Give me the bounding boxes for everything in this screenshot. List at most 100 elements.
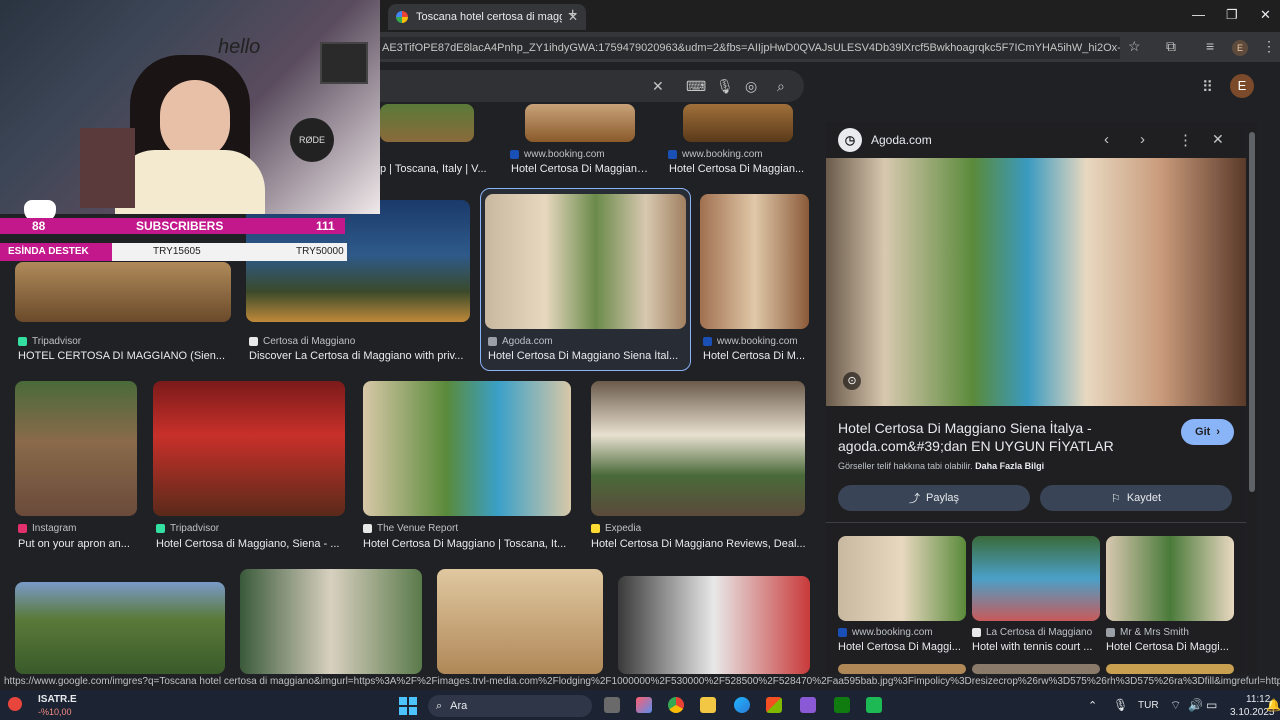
related-image[interactable]: [972, 536, 1100, 621]
chrome-icon[interactable]: [668, 697, 684, 713]
result-title[interactable]: Hotel Certosa Di Maggiano Siena İtal...: [488, 350, 683, 362]
window-close-icon[interactable]: ✕: [1260, 7, 1271, 23]
agoda-icon: [488, 337, 497, 346]
subs-label: SUBSCRIBERS: [136, 219, 224, 233]
google-icon: [396, 11, 408, 23]
result-title[interactable]: Hotel Certosa di Maggiano, Siena - ...: [156, 538, 346, 550]
panel-title-line: agoda.com&#39;dan EN UYGUN FİYATLAR: [838, 438, 1114, 454]
result-image[interactable]: [240, 569, 422, 674]
microphone-icon[interactable]: 🎙: [716, 78, 734, 95]
task-view-icon[interactable]: [604, 697, 620, 713]
app-icon[interactable]: [866, 697, 882, 713]
copilot-icon[interactable]: [636, 697, 652, 713]
address-bar[interactable]: AE3TifOPE87dE8lacA4Pnhp_ZY1ihdyGWA:17594…: [380, 37, 1120, 59]
windows-start-icon[interactable]: [399, 697, 417, 715]
result-image[interactable]: [591, 381, 805, 516]
booking-icon: [510, 150, 519, 159]
xbox-icon[interactable]: [834, 697, 850, 713]
edge-icon[interactable]: [734, 697, 750, 713]
minimize-icon[interactable]: —: [1192, 7, 1205, 22]
search-icon[interactable]: ⌕: [777, 78, 785, 95]
related-title[interactable]: Hotel with tennis court ...: [972, 641, 1097, 653]
result-image[interactable]: [618, 576, 810, 674]
related-image[interactable]: [1106, 664, 1234, 674]
tray-chevron-icon[interactable]: ⌃: [1088, 699, 1097, 712]
clear-search-icon[interactable]: ✕: [652, 78, 664, 95]
result-source: Instagram: [18, 523, 138, 534]
result-source: Tripadvisor: [18, 336, 218, 347]
status-url: https://www.google.com/imgres?q=Toscana …: [0, 674, 1280, 690]
save-label: Kaydet: [1126, 492, 1162, 504]
result-image[interactable]: [683, 104, 793, 142]
apps-grid-icon[interactable]: ⠿: [1202, 78, 1213, 96]
result-title[interactable]: Hotel Certosa Di M...: [703, 350, 808, 362]
keyboard-icon[interactable]: ⌨: [686, 78, 706, 95]
result-title[interactable]: Hotel Certosa Di Maggiano Reviews, Deal.…: [591, 538, 806, 550]
app-icon[interactable]: [800, 697, 816, 713]
more-options-icon[interactable]: ⋮: [1178, 131, 1193, 149]
stock-name[interactable]: ISATR.E: [38, 694, 77, 705]
related-image[interactable]: [1106, 536, 1234, 621]
panel-scrollbar[interactable]: [1247, 122, 1257, 674]
more-info-link[interactable]: Daha Fazla Bilgi: [975, 461, 1044, 471]
result-image[interactable]: [437, 569, 603, 674]
result-image[interactable]: [15, 381, 137, 516]
account-avatar[interactable]: E: [1230, 74, 1254, 98]
related-image[interactable]: [838, 664, 966, 674]
volume-icon[interactable]: 🔊: [1188, 698, 1203, 712]
divider: [826, 522, 1246, 523]
restore-icon[interactable]: ❐: [1226, 7, 1238, 23]
result-image[interactable]: [15, 262, 231, 322]
related-image[interactable]: [838, 536, 966, 621]
result-title[interactable]: HOTEL CERTOSA DI MAGGIANO (Sien...: [18, 350, 228, 362]
browser-tab[interactable]: Toscana hotel certosa di maggi ✕: [388, 4, 586, 30]
share-button[interactable]: ⤴ Paylaş: [838, 485, 1030, 511]
scrollbar-thumb[interactable]: [1249, 132, 1255, 492]
result-source: Agoda.com: [488, 336, 668, 347]
result-image[interactable]: [363, 381, 571, 516]
panel-title[interactable]: Hotel Certosa Di Maggiano Siena İtalya -…: [838, 419, 1168, 455]
search-input[interactable]: [380, 70, 804, 102]
visit-button[interactable]: Git ›: [1181, 419, 1234, 445]
related-image[interactable]: [972, 664, 1100, 674]
save-button[interactable]: ⚐ Kaydet: [1040, 485, 1232, 511]
result-title[interactable]: Hotel Certosa Di Maggiano | Toscana, It.…: [363, 538, 573, 550]
store-icon[interactable]: [766, 697, 782, 713]
new-tab-button[interactable]: +: [568, 6, 577, 24]
result-title[interactable]: Hotel Certosa Di Maggiano...: [511, 163, 651, 175]
result-image[interactable]: [525, 104, 635, 142]
result-source: www.booking.com: [703, 336, 813, 347]
preview-image[interactable]: [826, 158, 1246, 406]
result-title[interactable]: p | Toscana, Italy | V...: [380, 163, 490, 175]
wifi-icon[interactable]: ⌔: [1170, 698, 1181, 713]
prev-arrow-icon[interactable]: ‹: [1104, 131, 1109, 148]
notification-bell-icon[interactable]: 🔔: [1266, 698, 1280, 712]
agoda-logo-icon: ◷: [838, 128, 862, 152]
next-arrow-icon[interactable]: ›: [1140, 131, 1145, 148]
panel-site-name[interactable]: Agoda.com: [871, 133, 932, 147]
result-image[interactable]: [380, 104, 474, 142]
battery-icon[interactable]: ▭: [1206, 698, 1217, 712]
extensions-icon[interactable]: ⧉: [1166, 38, 1176, 55]
file-explorer-icon[interactable]: [700, 697, 716, 713]
language-indicator[interactable]: TUR: [1138, 700, 1159, 711]
related-title[interactable]: Hotel Certosa Di Maggi...: [838, 641, 963, 653]
lens-icon[interactable]: ⊙: [843, 372, 861, 390]
mic-tray-icon[interactable]: 🎙: [1113, 698, 1128, 712]
bookmark-star-icon[interactable]: ☆: [1128, 38, 1141, 55]
booking-icon: [703, 337, 712, 346]
lens-icon[interactable]: ◎: [745, 78, 757, 95]
chrome-menu-icon[interactable]: ⋮: [1262, 38, 1276, 55]
media-control-icon[interactable]: ≡: [1206, 38, 1214, 54]
result-image[interactable]: [485, 194, 686, 329]
result-title[interactable]: Hotel Certosa Di Maggian...: [669, 163, 809, 175]
taskbar-search[interactable]: ⌕ Ara: [428, 695, 592, 717]
related-title[interactable]: Hotel Certosa Di Maggi...: [1106, 641, 1231, 653]
profile-avatar[interactable]: E: [1232, 40, 1248, 56]
result-title[interactable]: Discover La Certosa di Maggiano with pri…: [249, 350, 469, 362]
result-title[interactable]: Put on your apron an...: [18, 538, 138, 550]
result-image[interactable]: [15, 582, 225, 674]
result-image[interactable]: [153, 381, 345, 516]
panel-close-icon[interactable]: ✕: [1212, 131, 1224, 148]
result-image[interactable]: [700, 194, 809, 329]
